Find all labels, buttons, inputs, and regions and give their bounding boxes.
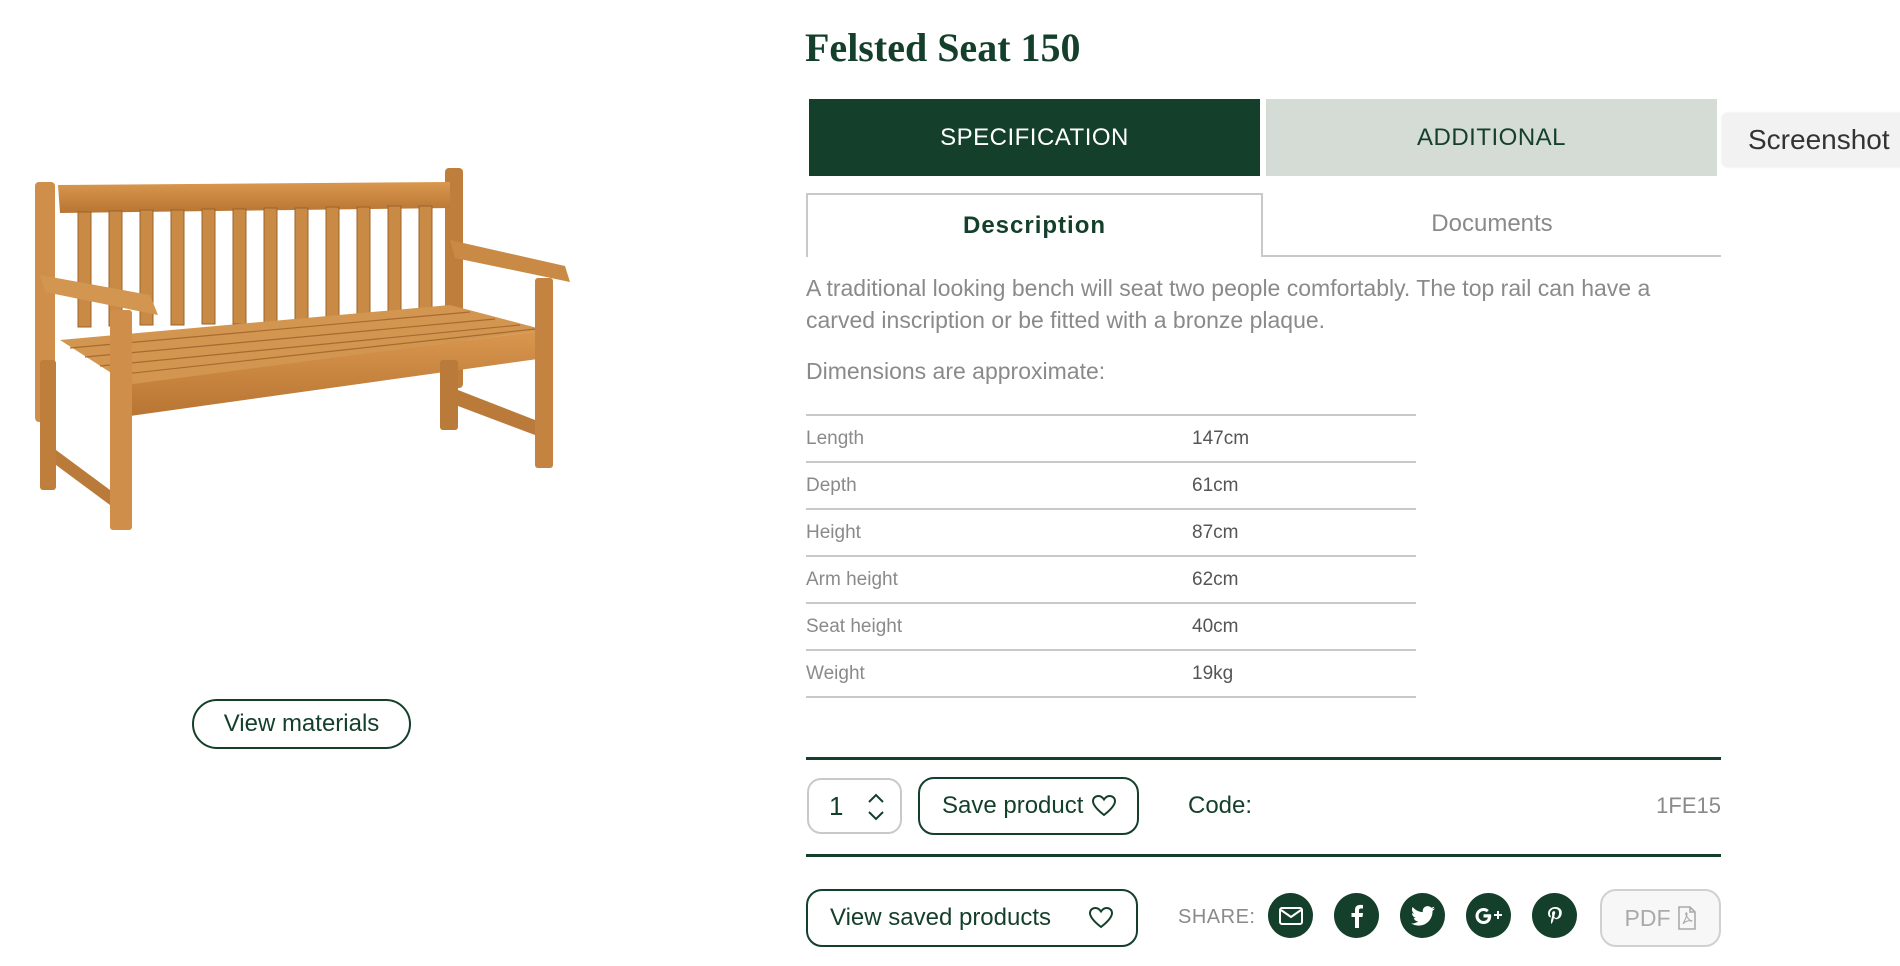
product-description: A traditional looking bench will seat tw… [806,275,1651,333]
dimension-label: Depth [806,474,857,496]
share-google-plus-button[interactable] [1466,893,1511,938]
dimension-value: 19kg [1192,662,1234,684]
quantity-stepper[interactable]: 1 [807,778,902,834]
tab-underline [1263,255,1721,257]
save-product-label: Save product [942,792,1084,819]
dimension-value: 62cm [1192,568,1239,590]
table-row: Length 147cm [806,415,1416,462]
tab-documents[interactable]: Documents [1263,193,1721,255]
tab-additional[interactable]: ADDITIONAL [1266,99,1717,176]
heart-icon [1092,794,1117,817]
table-row: Depth 61cm [806,462,1416,509]
tab-description[interactable]: Description [806,193,1263,257]
google-plus-icon [1475,907,1502,924]
share-facebook-button[interactable] [1334,893,1379,938]
table-row: Weight 19kg [806,650,1416,697]
dimension-label: Seat height [806,615,903,637]
save-product-button[interactable]: Save product [918,777,1139,835]
dimension-value: 61cm [1192,474,1239,496]
product-image [30,160,590,550]
chevron-up-down-icon[interactable] [866,790,886,824]
heart-icon [1088,906,1114,929]
view-materials-button[interactable]: View materials [192,699,411,749]
dimension-value: 40cm [1192,615,1239,637]
share-label: SHARE: [1178,906,1256,928]
dimension-label: Arm height [806,568,898,590]
dimension-label: Weight [806,662,865,684]
pdf-label: PDF [1624,904,1671,931]
facebook-icon [1351,904,1363,928]
email-icon [1278,906,1303,925]
table-row: Seat height 40cm [806,603,1416,650]
pdf-file-icon [1677,906,1696,930]
product-title: Felsted Seat 150 [805,25,1081,70]
dimension-label: Height [806,521,861,543]
dimension-label: Length [806,427,865,449]
tab-specification[interactable]: SPECIFICATION [809,99,1260,176]
pdf-download-button[interactable]: PDF [1600,889,1721,947]
table-row: Height 87cm [806,509,1416,556]
bench-illustration [35,168,570,530]
dimension-value: 147cm [1192,427,1250,449]
code-label: Code: [1188,792,1253,819]
dimensions-table: Length 147cm Depth 61cm Height 87cm Arm … [806,414,1416,698]
dimensions-heading: Dimensions are approximate: [806,358,1106,384]
product-code: 1FE15 [1656,793,1721,818]
share-pinterest-button[interactable] [1532,893,1577,938]
share-twitter-button[interactable] [1400,893,1445,938]
pinterest-icon [1547,906,1562,924]
table-row: Arm height 62cm [806,556,1416,603]
view-saved-products-button[interactable]: View saved products [806,889,1138,947]
twitter-icon [1410,905,1435,926]
quantity-value: 1 [829,790,844,821]
purchase-action-bar: 1 Save product Code: 1FE15 [806,757,1721,857]
dimension-value: 87cm [1192,521,1239,543]
sub-tabs: Description Documents [806,193,1721,257]
view-saved-label: View saved products [830,904,1052,931]
screenshot-button[interactable]: Screenshot [1722,113,1900,167]
share-email-button[interactable] [1268,893,1313,938]
